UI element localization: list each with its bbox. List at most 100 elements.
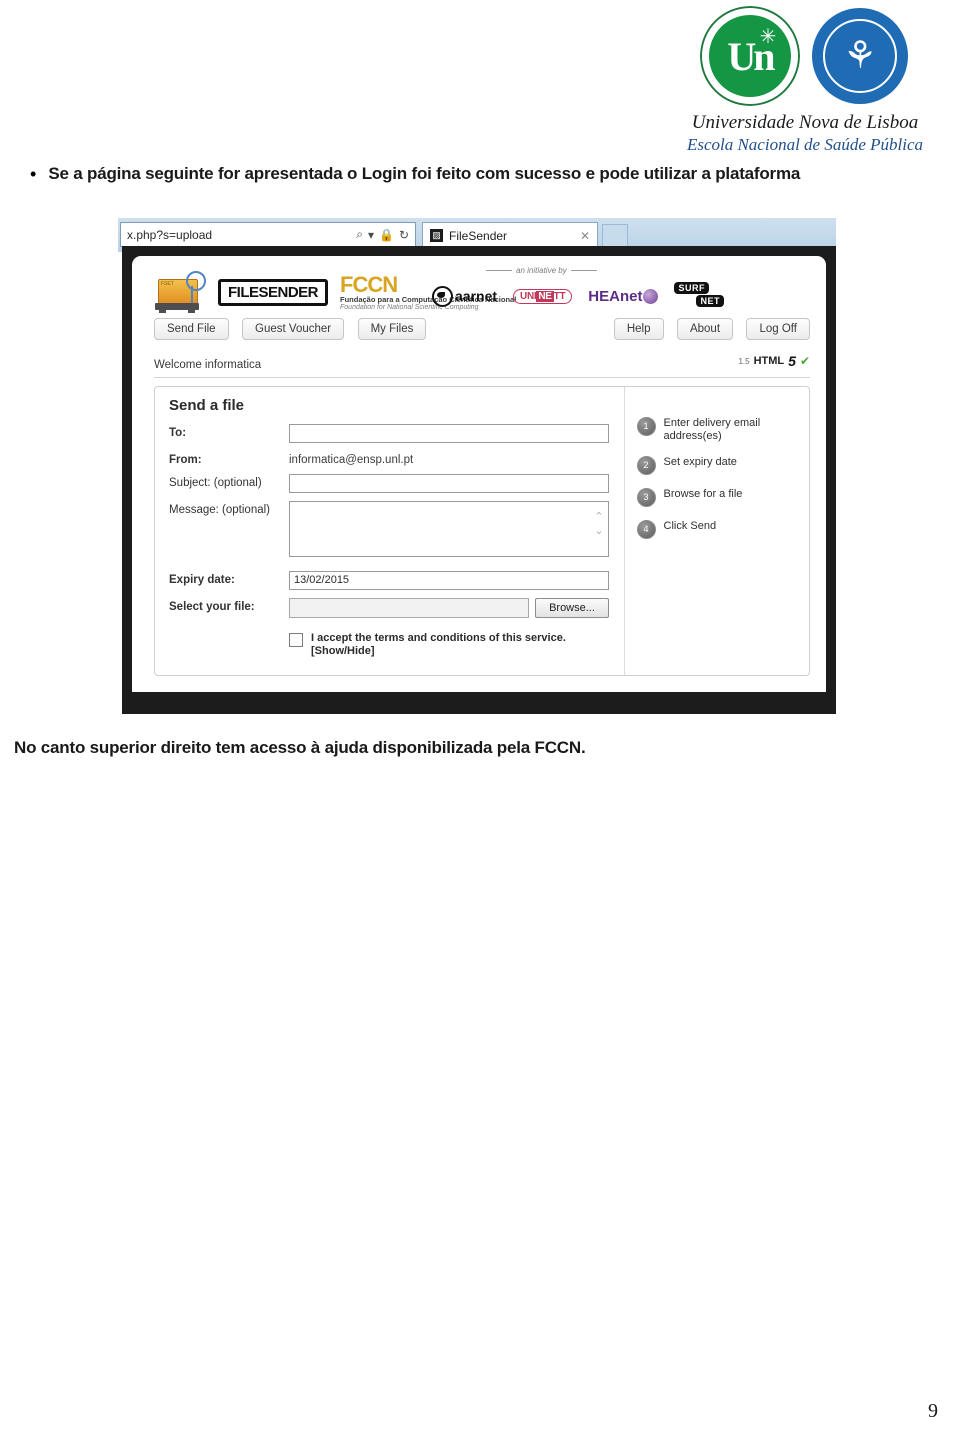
search-icon[interactable]: ⌕: [356, 227, 363, 242]
terms-checkbox[interactable]: [289, 633, 303, 647]
chevron-down-icon[interactable]: ▾: [368, 228, 374, 242]
expiry-label: Expiry date:: [169, 574, 235, 586]
caption-text: No canto superior direito tem acesso à a…: [14, 738, 586, 757]
refresh-icon[interactable]: ↻: [399, 228, 409, 242]
terms-row: I accept the terms and conditions of thi…: [289, 632, 624, 658]
filesender-logo: FILESENDER: [218, 278, 329, 306]
step-number-badge: 2: [636, 456, 656, 475]
field-row-file: Select your file: Browse...: [169, 598, 624, 618]
welcome-text: Welcome informatica: [154, 359, 262, 371]
bullet-marker-icon: •: [30, 164, 37, 184]
version-number: 1.5: [738, 356, 750, 366]
send-file-form: Send a file To: From: informatica@ensp.u…: [155, 387, 624, 675]
subject-label: Subject: (optional): [169, 477, 262, 489]
address-input[interactable]: x.php?s=upload: [127, 228, 356, 242]
step-label: Browse for a file: [663, 488, 743, 500]
to-input[interactable]: [289, 424, 609, 443]
heanet-globe-icon: [643, 288, 659, 304]
check-icon: ✔: [799, 354, 810, 368]
terms-show-hide-link[interactable]: [Show/Hide]: [311, 645, 375, 657]
aarnet-swoosh-icon: [432, 285, 453, 307]
terms-line-1: I accept the terms and conditions of thi…: [311, 632, 566, 644]
uninett-logo: UNI NE TT: [513, 288, 573, 304]
favicon-icon: ▨: [430, 229, 443, 242]
unl-star-icon: ✳: [759, 26, 777, 48]
nav-guest-voucher-button[interactable]: Guest Voucher: [242, 318, 345, 340]
nav-right-group: Help About Log Off: [605, 318, 810, 340]
send-file-panel: Send a file To: From: informatica@ensp.u…: [154, 386, 810, 676]
from-value: informatica@ensp.unl.pt: [289, 454, 414, 466]
step-label: Click Send: [663, 520, 717, 532]
file-label: Select your file:: [169, 601, 255, 613]
nav-about-button[interactable]: About: [676, 318, 734, 340]
seal-row: Un ✳ ⚘: [660, 6, 950, 114]
filesender-page: FSET FILESENDER FCCN Fundação para a Com…: [132, 256, 826, 692]
aarnet-logo: aarnet: [432, 285, 498, 307]
package-scale-icon: FSET: [154, 271, 206, 313]
bullet-text: Se a página seguinte for apresentada o L…: [48, 164, 801, 183]
step-number-badge: 1: [636, 417, 656, 436]
field-row-to: To:: [169, 424, 624, 443]
step-label: Enter delivery email address(es): [663, 417, 761, 442]
browse-button[interactable]: Browse...: [535, 598, 609, 618]
welcome-row: Welcome informatica 1.5 HTML 5 ✔: [154, 351, 810, 378]
from-label: From:: [169, 454, 202, 466]
chevron-up-icon[interactable]: ⌃: [594, 511, 603, 523]
nav-my-files-button[interactable]: My Files: [357, 318, 427, 340]
page-number: 9: [928, 1400, 938, 1422]
lock-icon: 🔒: [378, 227, 394, 242]
page-title: Send a file: [169, 397, 245, 414]
surfnet-top: SURF: [674, 282, 709, 294]
step-item: 4 Click Send: [636, 520, 809, 539]
field-row-expiry: Expiry date: 13/02/2015: [169, 571, 624, 590]
step-item: 3 Browse for a file: [636, 488, 809, 507]
version-five-label: 5: [788, 353, 796, 369]
nav-send-file-button[interactable]: Send File: [154, 318, 229, 340]
step-item: 2 Set expiry date: [636, 456, 809, 475]
partner-logos: aarnet UNI NE TT HEAnet SURF NET: [432, 282, 732, 310]
close-icon[interactable]: ✕: [580, 229, 590, 243]
embedded-screenshot: x.php?s=upload ⌕ ▾ 🔒 ↻ ▨ FileSender ✕ FS…: [118, 218, 836, 714]
to-label: To:: [169, 427, 187, 439]
message-textarea[interactable]: ⌃ ⌄: [289, 501, 609, 557]
app-header: FSET FILESENDER FCCN Fundação para a Com…: [132, 256, 826, 318]
app-navigation: Send File Guest Voucher My Files Help Ab…: [132, 318, 826, 348]
step-item: 1 Enter delivery email address(es): [636, 417, 809, 443]
surfnet-bottom: NET: [696, 295, 724, 307]
bullet-paragraph: • Se a página seguinte for apresentada o…: [30, 163, 945, 185]
version-html-label: HTML: [753, 355, 785, 367]
textarea-scroll-indicator[interactable]: ⌃ ⌄: [593, 510, 605, 538]
step-label: Set expiry date: [663, 456, 737, 468]
heanet-label: HEAnet: [588, 287, 643, 305]
ensp-figure-glyph: ⚘: [842, 35, 878, 77]
message-label: Message: (optional): [169, 504, 270, 516]
new-tab-button[interactable]: [602, 224, 628, 248]
file-path-input[interactable]: [289, 598, 529, 618]
school-name: Escola Nacional de Saúde Pública: [686, 135, 924, 154]
browser-tab-filesender[interactable]: ▨ FileSender ✕: [422, 222, 598, 248]
step-number-badge: 3: [636, 488, 656, 507]
unl-seal-icon: Un ✳: [700, 6, 800, 106]
nav-log-off-button[interactable]: Log Off: [746, 318, 810, 340]
chevron-down-icon[interactable]: ⌄: [594, 525, 603, 537]
field-row-subject: Subject: (optional): [169, 474, 624, 493]
terms-text: I accept the terms and conditions of thi…: [311, 632, 566, 658]
steps-panel: 1 Enter delivery email address(es) 2 Set…: [623, 387, 809, 675]
nav-help-button[interactable]: Help: [613, 318, 664, 340]
package-label: FSET: [161, 281, 174, 287]
step-number-badge: 4: [636, 520, 656, 539]
version-badge: 1.5 HTML 5 ✔: [738, 353, 810, 369]
field-row-from: From: informatica@ensp.unl.pt: [169, 451, 624, 466]
surfnet-logo: SURF NET: [674, 282, 732, 310]
address-bar[interactable]: x.php?s=upload ⌕ ▾ 🔒 ↻: [120, 222, 416, 247]
aarnet-label: aarnet: [455, 288, 498, 304]
initiative-label: an initiative by: [482, 266, 601, 275]
expiry-date-input[interactable]: 13/02/2015: [289, 571, 609, 590]
university-name: Universidade Nova de Lisboa: [691, 112, 919, 133]
field-row-message: Message: (optional) ⌃ ⌄: [169, 501, 624, 557]
institution-logo-block: Un ✳ ⚘ Universidade Nova de Lisboa Escol…: [660, 6, 950, 154]
tab-label: FileSender: [449, 228, 508, 243]
document-letterhead: Un ✳ ⚘ Universidade Nova de Lisboa Escol…: [0, 0, 960, 154]
heanet-logo: HEAnet: [588, 287, 659, 305]
subject-input[interactable]: [289, 474, 609, 493]
